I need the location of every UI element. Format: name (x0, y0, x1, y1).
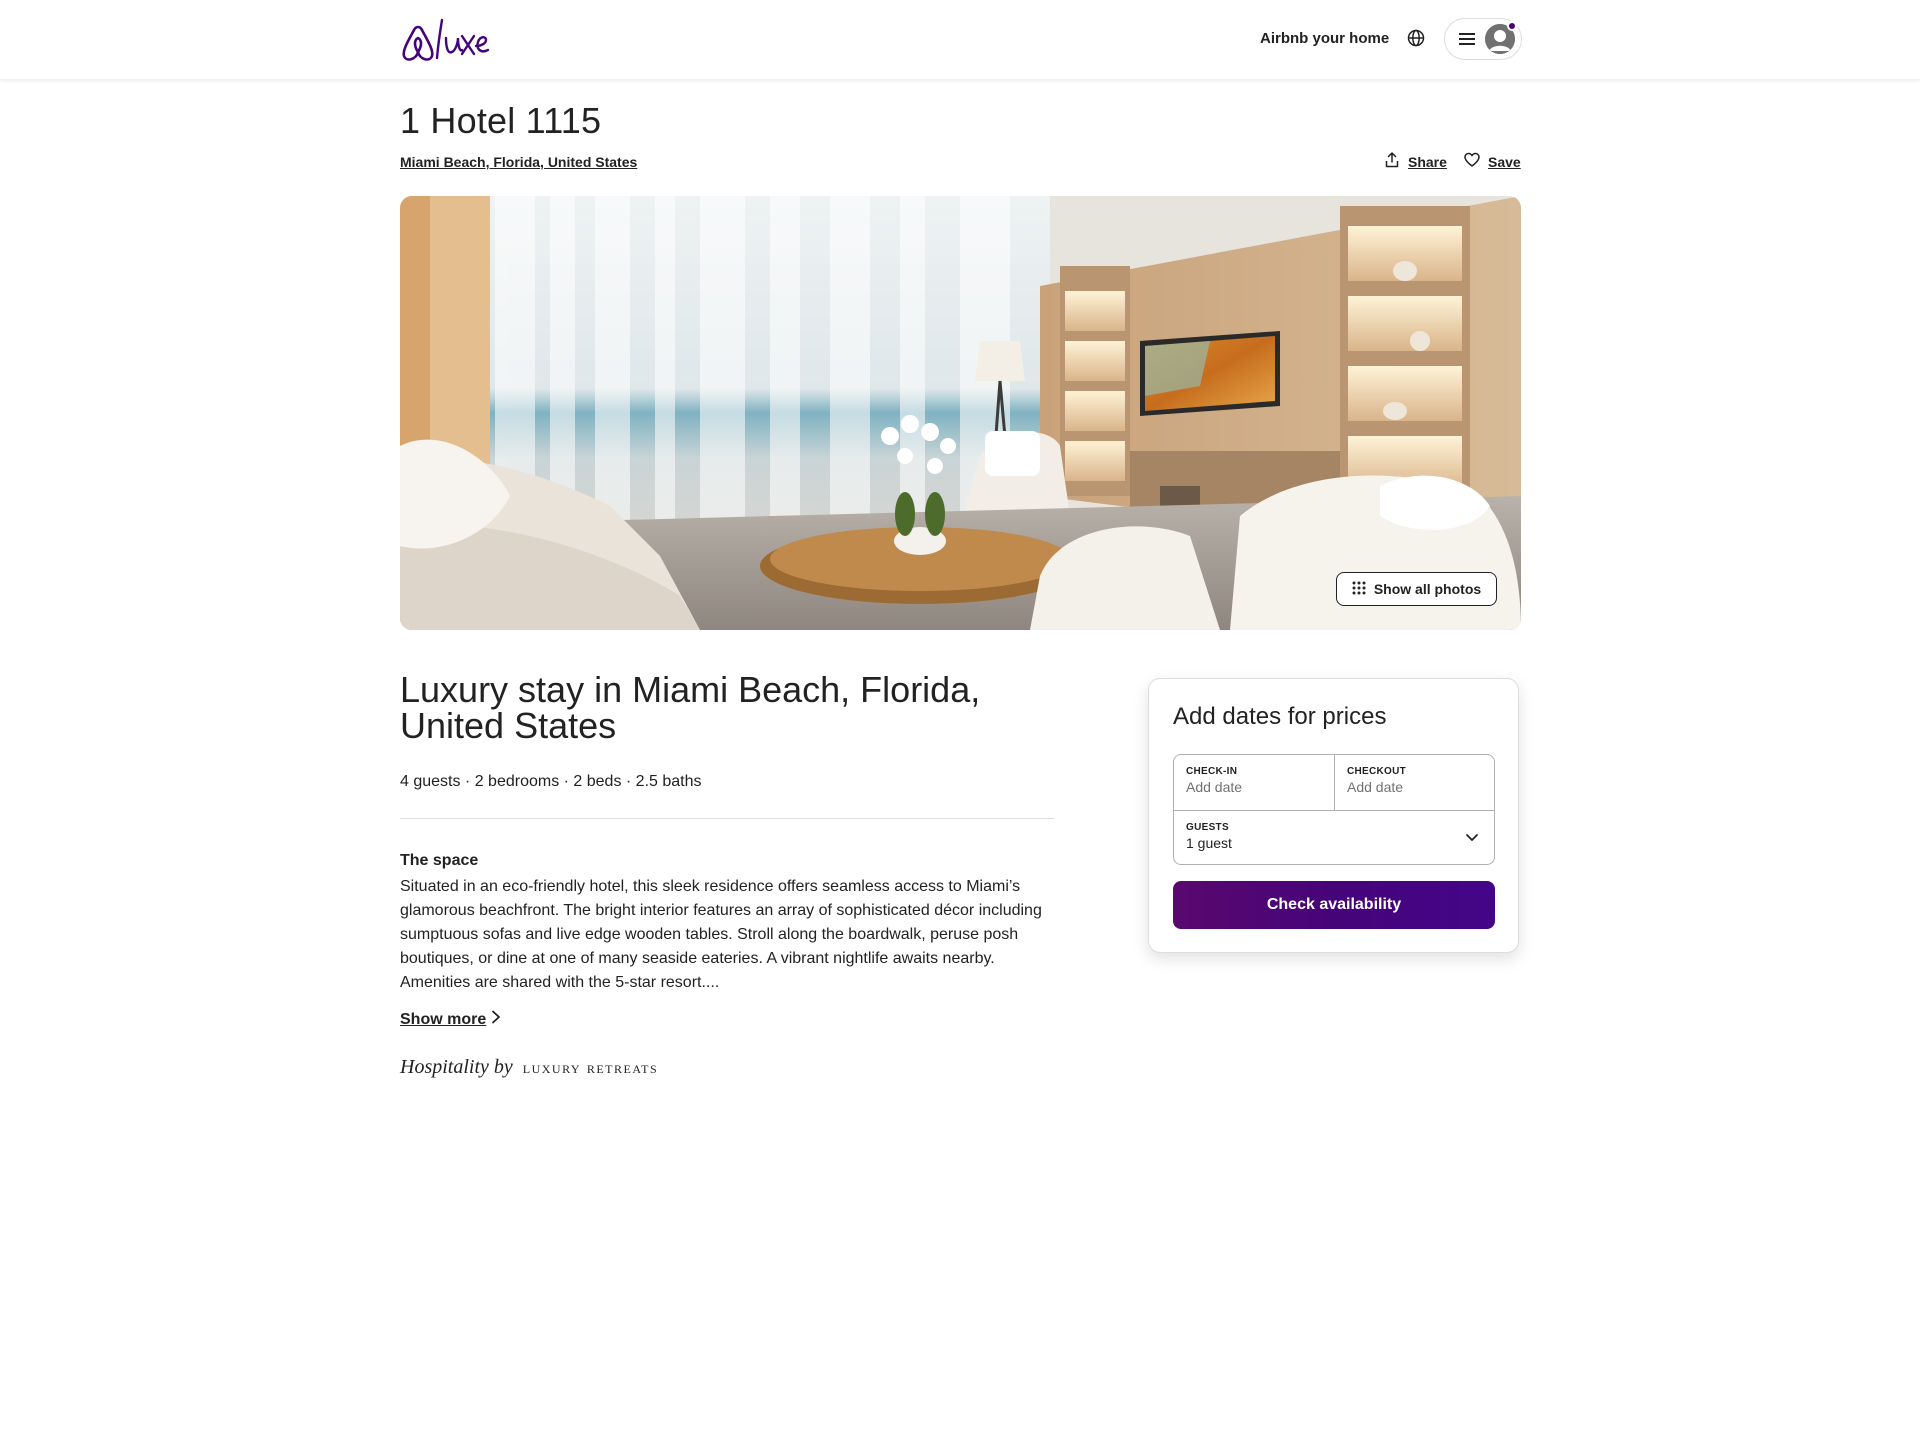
globe-icon[interactable] (1406, 28, 1426, 48)
guests-label: GUESTS (1186, 822, 1229, 833)
listing-heading: Luxury stay in Miami Beach, Florida, Uni… (400, 669, 981, 746)
share-icon (1384, 152, 1400, 171)
hospitality-credit: Hospitality by LUXURY RETREATS (400, 1056, 658, 1079)
share-label: Share (1408, 153, 1447, 170)
airbnb-luxe-logo[interactable] (400, 16, 490, 62)
guests-value: 1 guest (1186, 835, 1232, 851)
checkin-value: Add date (1186, 779, 1243, 795)
notification-dot (1507, 21, 1517, 31)
divider (400, 818, 1054, 819)
show-all-photos-label: Show all photos (1373, 581, 1482, 597)
airbnb-your-home-link[interactable]: Airbnb your home (1260, 30, 1389, 47)
checkin-label: CHECK-IN (1186, 766, 1238, 777)
space-description: Situated in an eco-friendly hotel, this … (400, 878, 1042, 991)
page-title: 1 Hotel 1115 (400, 100, 602, 141)
save-label: Save (1488, 153, 1521, 170)
booking-card-title: Add dates for prices (1173, 703, 1387, 730)
show-all-photos-button[interactable]: Show all photos (1336, 572, 1497, 606)
top-nav: Airbnb your home (0, 0, 1920, 80)
grid-icon (1352, 581, 1366, 598)
booking-card: Add dates for prices CHECK-IN Add date C… (1148, 678, 1519, 953)
checkout-field[interactable]: CHECKOUT Add date (1335, 755, 1495, 811)
hospitality-by-label: Hospitality by (400, 1056, 513, 1078)
show-more-button[interactable]: Show more (400, 1010, 502, 1029)
listing-facts: 4 guests · 2 bedrooms · 2 beds · 2.5 bat… (400, 773, 702, 790)
location-link[interactable]: Miami Beach, Florida, United States (400, 154, 637, 170)
share-button[interactable]: Share (1384, 152, 1447, 171)
luxury-retreats-logo: LUXURY RETREATS (522, 1058, 659, 1077)
hamburger-icon (1459, 32, 1475, 46)
save-button[interactable]: Save (1464, 152, 1521, 171)
date-guest-picker: CHECK-IN Add date CHECKOUT Add date GUES… (1173, 754, 1495, 865)
user-menu-button[interactable] (1444, 18, 1522, 60)
checkout-value: Add date (1347, 779, 1404, 795)
chevron-down-icon (1464, 829, 1480, 845)
space-section-title: The space (400, 852, 479, 869)
listing-hero-photo[interactable] (400, 196, 1521, 630)
heart-icon (1464, 152, 1480, 171)
checkout-label: CHECKOUT (1347, 766, 1407, 777)
checkin-field[interactable]: CHECK-IN Add date (1174, 755, 1335, 811)
check-availability-button[interactable]: Check availability (1173, 881, 1495, 929)
show-more-label: Show more (400, 1010, 487, 1028)
chevron-right-icon (490, 1010, 502, 1029)
guests-selector[interactable]: GUESTS 1 guest (1174, 811, 1494, 865)
